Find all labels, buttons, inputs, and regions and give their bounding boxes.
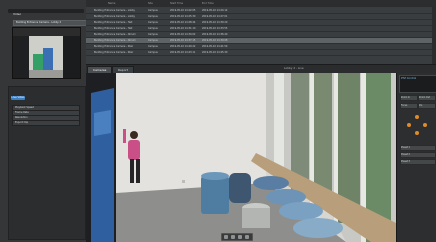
- clip-cell-site: Campus: [148, 9, 158, 12]
- rewind-icon[interactable]: [224, 235, 228, 239]
- zoom-out-button[interactable]: Zoom Out: [418, 95, 436, 101]
- column-header-site[interactable]: Site: [148, 2, 153, 5]
- ptz-right-icon[interactable]: [423, 123, 427, 127]
- ptz-header: PTZ Control: [399, 75, 436, 93]
- video-title: Lobby 2 - Live: [284, 67, 304, 70]
- preset-button[interactable]: Preset 2: [400, 152, 436, 158]
- video-viewport[interactable]: [86, 73, 396, 242]
- clip-cell-name: Building Entrance Camera - Stair: [94, 51, 134, 54]
- clip-cell-site: Campus: [148, 39, 158, 42]
- clip-cell-start: 2019-05-10 14:34:02: [170, 33, 196, 36]
- clip-list-header: Name Site Start Time End Time: [86, 0, 436, 7]
- camera-selector[interactable]: Building Entrance Camera - Lobby 2: [13, 20, 87, 26]
- play-icon[interactable]: [231, 235, 235, 239]
- clip-cell-name: Building Entrance Camera - Lobby: [94, 9, 135, 12]
- left-panel: Video Building Entrance Camera - Lobby 2…: [0, 0, 87, 242]
- clip-cell-end: 2019-05-10 14:27:01: [202, 15, 228, 18]
- clip-cell-start: 2019-05-10 14:40:22: [170, 45, 196, 48]
- clip-cell-start: 2019-05-10 14:43:11: [170, 51, 196, 54]
- live-video-button[interactable]: Live Video: [11, 96, 25, 100]
- ptz-panel: PTZ Control Zoom In Zoom Out Focus Iris …: [396, 73, 436, 242]
- clip-cell-start: 2019-05-10 14:31:10: [170, 27, 196, 30]
- ptz-up-icon[interactable]: [415, 115, 419, 119]
- column-header-start[interactable]: Start Time: [170, 2, 183, 5]
- clip-cell-end: 2019-05-10 14:33:55: [202, 27, 228, 30]
- clip-cell-end: 2019-05-10 14:45:30: [202, 51, 228, 54]
- camera-preview-thumbnail[interactable]: [12, 27, 81, 79]
- column-header-end[interactable]: End Time: [202, 2, 214, 5]
- clip-cell-site: Campus: [148, 15, 158, 18]
- clip-list-scrollbar[interactable]: [432, 7, 436, 64]
- clip-cell-end: 2019-05-10 14:24:12: [202, 9, 228, 12]
- clip-cell-name: Building Entrance Camera - Stair: [94, 45, 134, 48]
- clip-cell-site: Campus: [148, 45, 158, 48]
- zoom-in-button[interactable]: Zoom In: [400, 95, 418, 101]
- clip-cell-start: 2019-05-10 14:25:30: [170, 15, 196, 18]
- clip-cell-end: 2019-05-10 14:30:20: [202, 21, 228, 24]
- clip-cell-end: 2019-05-10 14:41:59: [202, 45, 228, 48]
- column-header-name[interactable]: Name: [108, 2, 115, 5]
- clip-cell-name: Building Entrance Camera - Hall: [94, 27, 133, 30]
- option-row[interactable]: Export Clip: [12, 120, 80, 126]
- pause-icon[interactable]: [238, 235, 242, 239]
- clip-cell-start: 2019-05-10 14:22:05: [170, 9, 196, 12]
- forward-icon[interactable]: [245, 235, 249, 239]
- preview-scene: [13, 28, 80, 78]
- clip-list: Name Site Start Time End Time Building E…: [86, 0, 436, 64]
- clip-cell-end: 2019-05-10 14:36:40: [202, 33, 228, 36]
- clip-cell-name: Building Entrance Camera - Atrium: [94, 39, 136, 42]
- clip-cell-site: Campus: [148, 51, 158, 54]
- iris-button[interactable]: Iris: [418, 103, 436, 109]
- clip-list-row[interactable]: Building Entrance Camera - Stair Campus 20…: [86, 50, 432, 56]
- clip-cell-start: 2019-05-10 14:37:15: [170, 39, 196, 42]
- focus-button[interactable]: Focus: [400, 103, 418, 109]
- clip-cell-end: 2019-05-10 14:39:08: [202, 39, 228, 42]
- preset-button[interactable]: Preset 3: [400, 159, 436, 165]
- clip-cell-name: Building Entrance Camera - Atrium: [94, 33, 136, 36]
- clip-cell-name: Building Entrance Camera - Lobby: [94, 15, 135, 18]
- vms-window: Video Building Entrance Camera - Lobby 2…: [0, 0, 436, 242]
- video-frame: [86, 73, 396, 242]
- ptz-down-icon[interactable]: [415, 131, 419, 135]
- clip-cell-site: Campus: [148, 21, 158, 24]
- clip-cell-site: Campus: [148, 27, 158, 30]
- left-panel-title: Video: [13, 13, 22, 16]
- video-playback-controls: [221, 233, 253, 241]
- ptz-left-icon[interactable]: [407, 123, 411, 127]
- clip-cell-site: Campus: [148, 33, 158, 36]
- clip-cell-start: 2019-05-10 14:28:44: [170, 21, 196, 24]
- clip-cell-name: Building Entrance Camera - Hall: [94, 21, 133, 24]
- preset-button[interactable]: Preset 1: [400, 145, 436, 151]
